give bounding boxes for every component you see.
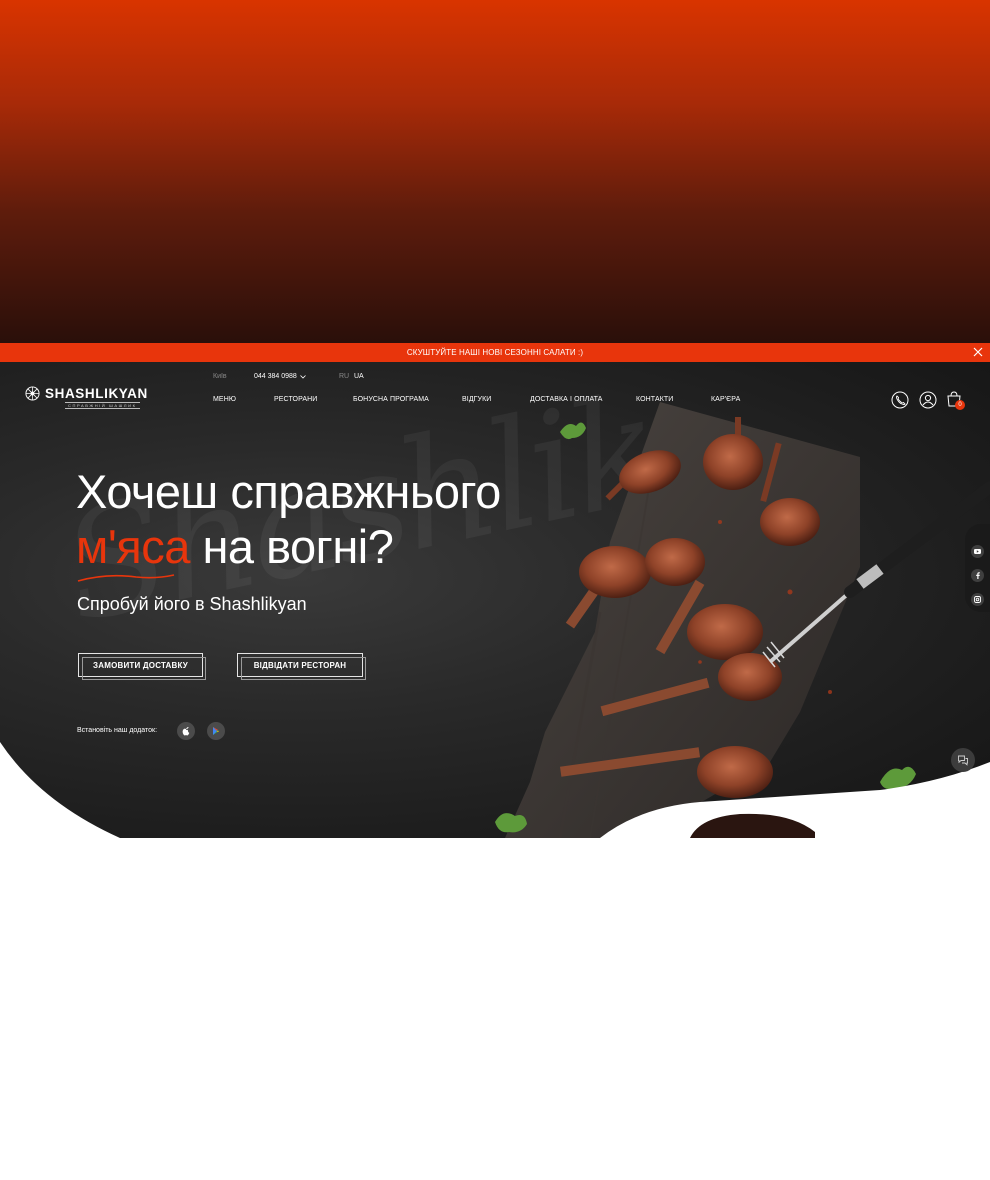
order-delivery-button[interactable]: ЗАМОВИТИ ДОСТАВКУ — [78, 653, 206, 680]
top-gradient-area — [0, 0, 990, 343]
close-icon[interactable] — [972, 346, 984, 358]
logo-tagline: СПРАВЖНІЙ ШАШЛИК — [65, 401, 140, 409]
youtube-button[interactable] — [971, 545, 984, 558]
nav-item-bonus-program[interactable]: БОНУСНА ПРОГРАМА — [353, 396, 429, 403]
google-play-button[interactable] — [207, 722, 225, 740]
nav-item-career[interactable]: КАР'ЄРА — [711, 396, 740, 403]
google-play-icon — [213, 727, 219, 735]
nav-item-reviews[interactable]: ВІДГУКИ — [462, 396, 491, 403]
apple-icon — [182, 727, 190, 736]
cart-count-badge: 0 — [955, 400, 965, 410]
promo-bar[interactable]: СКУШТУЙТЕ НАШІ НОВІ СЕЗОННІ САЛАТИ :) — [0, 343, 990, 362]
nav-item-restaurants[interactable]: РЕСТОРАНИ — [274, 396, 317, 403]
facebook-button[interactable] — [971, 569, 984, 582]
instagram-icon — [974, 596, 981, 603]
facebook-icon — [975, 572, 980, 579]
nav-item-contacts[interactable]: КОНТАКТИ — [636, 396, 673, 403]
hero-headline-accent: м'яса — [76, 520, 190, 573]
chat-button[interactable] — [951, 748, 975, 772]
logo-text: SHASHLIKYAN — [45, 385, 148, 401]
accent-underline-swoosh — [77, 574, 175, 582]
instagram-button[interactable] — [971, 593, 984, 606]
app-install-label: Встановіть наш додаток: — [77, 727, 158, 734]
hero-section: Shashlik SHASHLIKYAN СПРАВЖНІЙ ШАШЛИК Ки… — [0, 362, 990, 838]
hero-headline-line2: м'яса на вогні? — [76, 519, 501, 574]
chevron-down-icon — [300, 374, 306, 379]
app-store-button[interactable] — [177, 722, 195, 740]
phone-number-text[interactable]: 044 384 0988 — [254, 373, 297, 380]
hero-headline-rest: на вогні? — [189, 520, 394, 573]
city-label[interactable]: Київ — [213, 373, 227, 380]
phone-number[interactable]: 044 384 0988 — [254, 373, 306, 380]
user-icon[interactable] — [919, 391, 937, 409]
hero-subtitle: Спробуй його в Shashlikyan — [77, 594, 307, 614]
chat-icon — [958, 755, 968, 766]
nav-item-delivery-payment[interactable]: ДОСТАВКА І ОПЛАТА — [530, 396, 603, 403]
visit-restaurant-button[interactable]: ВІДВІДАТИ РЕСТОРАН — [237, 653, 366, 680]
hero-headline: Хочеш справжнього м'яса на вогні? — [76, 464, 501, 574]
logo-mark-icon — [25, 386, 40, 401]
logo[interactable]: SHASHLIKYAN СПРАВЖНІЙ ШАШЛИК — [25, 385, 148, 409]
youtube-icon — [974, 549, 981, 554]
promo-text[interactable]: СКУШТУЙТЕ НАШІ НОВІ СЕЗОННІ САЛАТИ :) — [407, 348, 583, 357]
lang-ru-link[interactable]: RU — [339, 373, 349, 380]
hero-headline-line1: Хочеш справжнього — [76, 465, 501, 518]
nav-item-menu[interactable]: МЕНЮ — [213, 396, 236, 403]
phone-icon[interactable] — [891, 391, 909, 409]
lang-ua-link[interactable]: UA — [354, 373, 364, 380]
